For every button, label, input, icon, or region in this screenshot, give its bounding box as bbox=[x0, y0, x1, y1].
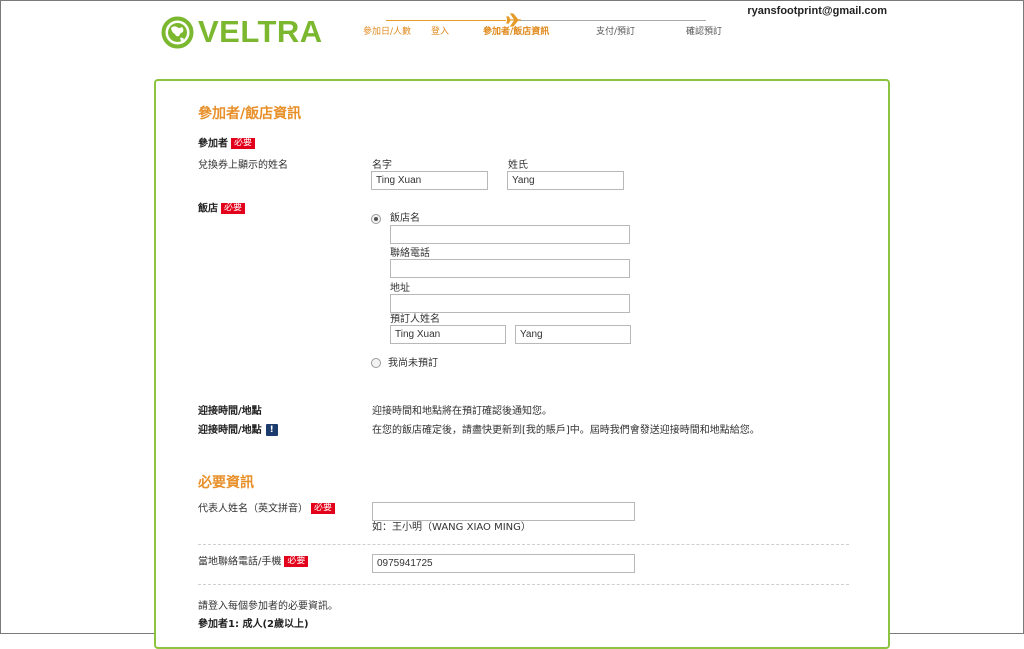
rep-name-hint: 如：王小明（WANG XIAO MING） bbox=[372, 522, 531, 533]
checkout-progress: 參加日/人數 登入 參加者/飯店資訊 支付/預訂 確認預訂 bbox=[352, 12, 732, 42]
progress-line-completed bbox=[386, 20, 506, 21]
required-badge: 必要 bbox=[311, 503, 336, 514]
pickup-label-2: 迎接時間/地點! bbox=[198, 424, 278, 437]
globe-icon bbox=[161, 16, 194, 49]
participant-label: 參加者 必要 bbox=[198, 138, 256, 151]
step-participant-hotel: 參加者/飯店資訊 bbox=[483, 27, 550, 37]
required-badge: 必要 bbox=[231, 138, 256, 149]
required-badge: 必要 bbox=[221, 203, 246, 214]
pickup-label-1: 迎接時間/地點 bbox=[198, 406, 262, 417]
rep-name-input[interactable] bbox=[372, 502, 635, 521]
hotel-phone-input[interactable] bbox=[390, 259, 630, 278]
booking-form-panel: 參加者/飯店資訊 參加者 必要 兌換券上顯示的姓名 名字 姓氏 Ting Xuan… bbox=[154, 79, 890, 649]
booker-last-name-input[interactable]: Yang bbox=[515, 325, 631, 344]
login-note: 請登入每個參加者的必要資訊。 bbox=[198, 601, 338, 612]
booker-first-name-input[interactable]: Ting Xuan bbox=[390, 325, 506, 344]
pickup-text-2: 在您的飯店確定後，請盡快更新到[我的賬戶]中。屆時我們會發送迎接時間和地點給您。 bbox=[372, 425, 760, 436]
step-date-people[interactable]: 參加日/人數 bbox=[363, 27, 411, 38]
hotel-name-label: 飯店名 bbox=[390, 213, 420, 224]
hotel-address-input[interactable] bbox=[390, 294, 630, 313]
local-phone-input[interactable]: 0975941725 bbox=[372, 554, 635, 573]
required-badge: 必要 bbox=[284, 556, 309, 567]
last-name-input[interactable]: Yang bbox=[507, 171, 624, 190]
hotel-label: 飯店 必要 bbox=[198, 203, 246, 216]
hotel-not-booked-radio[interactable] bbox=[371, 358, 381, 368]
progress-line-remaining bbox=[518, 20, 706, 21]
step-payment: 支付/預訂 bbox=[596, 27, 636, 37]
step-login[interactable]: 登入 bbox=[431, 27, 449, 38]
logo-wordmark: VELTRA bbox=[198, 14, 323, 49]
hotel-booked-radio[interactable] bbox=[371, 214, 381, 224]
participant-hotel-title: 參加者/飯店資訊 bbox=[198, 106, 302, 122]
hotel-name-input[interactable] bbox=[390, 225, 630, 244]
local-phone-label: 當地聯絡電話/手機 必要 bbox=[198, 556, 309, 569]
veltra-logo[interactable]: VELTRA bbox=[161, 14, 323, 50]
field-divider bbox=[198, 584, 849, 585]
user-email[interactable]: ryansfootprint@gmail.com bbox=[747, 4, 887, 18]
step-confirm: 確認預訂 bbox=[686, 27, 723, 37]
airplane-icon bbox=[506, 13, 521, 27]
info-icon[interactable]: ! bbox=[265, 424, 278, 436]
not-booked-label: 我尚未預訂 bbox=[388, 358, 438, 369]
required-info-title: 必要資訊 bbox=[198, 475, 254, 491]
rep-name-label: 代表人姓名（英文拼音） 必要 bbox=[198, 503, 336, 516]
first-name-input[interactable]: Ting Xuan bbox=[371, 171, 488, 190]
field-divider bbox=[198, 544, 849, 545]
participant-1-label: 參加者1: 成人(2歲以上) bbox=[198, 619, 309, 630]
pickup-text-1: 迎接時間和地點將在預訂確認後通知您。 bbox=[372, 406, 552, 417]
voucher-name-label: 兌換券上顯示的姓名 bbox=[198, 160, 288, 171]
